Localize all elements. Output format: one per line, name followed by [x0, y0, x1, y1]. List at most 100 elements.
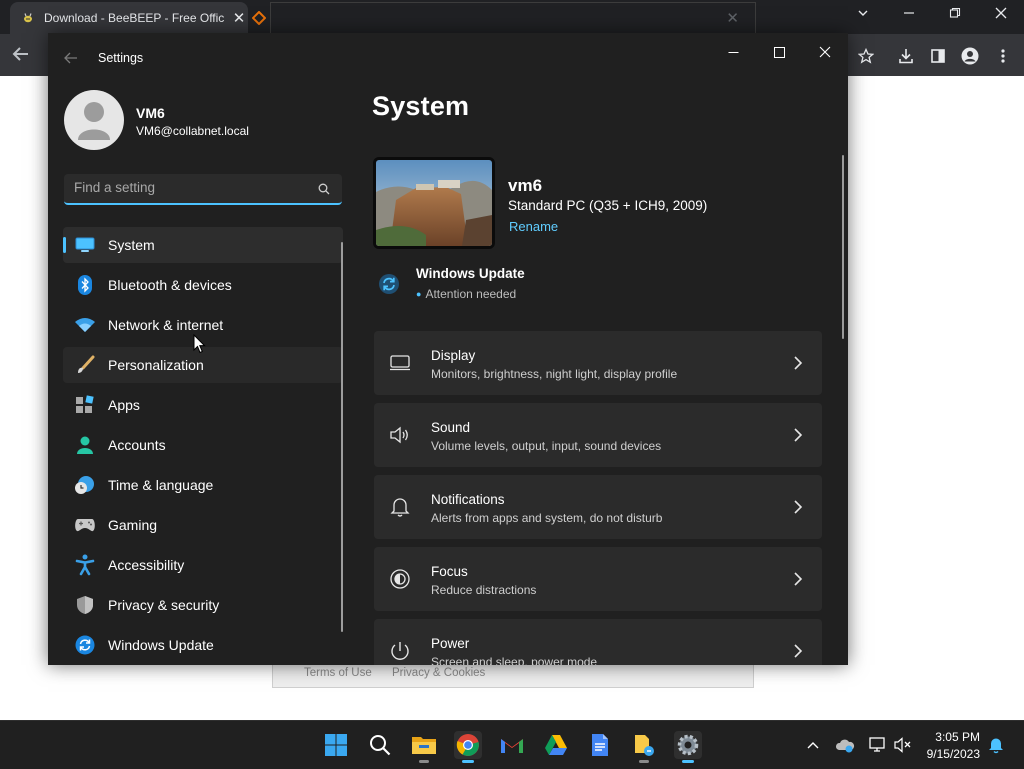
- sidebar-item-label: Accounts: [108, 437, 166, 453]
- card-subtitle: Volume levels, output, input, sound devi…: [431, 439, 662, 453]
- minimize-icon[interactable]: [720, 41, 746, 63]
- windows-update-title[interactable]: Windows Update: [416, 266, 525, 281]
- close-icon[interactable]: [812, 41, 838, 63]
- privacy-link[interactable]: Privacy & Cookies: [392, 667, 485, 679]
- settings-button[interactable]: [674, 731, 702, 763]
- running-indicator: [682, 760, 694, 763]
- device-name: vm6: [508, 176, 543, 195]
- sidebar-item-apps[interactable]: Apps: [63, 387, 343, 423]
- card-title: Power: [431, 636, 470, 651]
- main-scrollbar[interactable]: [842, 155, 844, 339]
- shield-icon: [73, 593, 97, 617]
- folder-app-icon: [635, 735, 654, 756]
- rename-link[interactable]: Rename: [509, 219, 558, 234]
- back-arrow-icon[interactable]: [64, 51, 78, 68]
- card-title: Notifications: [431, 492, 505, 507]
- start-button[interactable]: [322, 731, 350, 759]
- sound-card[interactable]: Sound Volume levels, output, input, soun…: [374, 403, 822, 467]
- sidebar-item-system[interactable]: System: [63, 227, 343, 263]
- chevron-right-icon: [794, 356, 803, 370]
- sidebar-item-label: Network & internet: [108, 317, 224, 333]
- windows-update-status: ● Attention needed: [416, 287, 516, 301]
- search-icon[interactable]: [318, 182, 330, 200]
- notification-bell-icon[interactable]: [986, 735, 1006, 755]
- bluetooth-icon: [73, 273, 97, 297]
- tab-search-chevron-icon[interactable]: [852, 6, 874, 23]
- chrome-button[interactable]: [454, 731, 482, 763]
- profile-icon[interactable]: [959, 45, 981, 67]
- onedrive-icon[interactable]: [835, 735, 855, 755]
- tab-close-icon[interactable]: ✕: [230, 9, 248, 27]
- display-card[interactable]: Display Monitors, brightness, night ligh…: [374, 331, 822, 395]
- sidebar-item-time-language[interactable]: Time & language: [63, 467, 343, 503]
- chevron-right-icon: [794, 644, 803, 658]
- downloads-icon[interactable]: [895, 45, 917, 67]
- card-subtitle: Alerts from apps and system, do not dist…: [431, 511, 663, 525]
- running-indicator: [419, 760, 429, 763]
- chrome-icon: [456, 734, 479, 756]
- device-wallpaper-thumbnail: [373, 157, 495, 249]
- taskbar-search-button[interactable]: [366, 731, 394, 759]
- google-drive-button[interactable]: [542, 731, 570, 759]
- power-card[interactable]: Power Screen and sleep, power mode: [374, 619, 822, 665]
- browser-close-icon[interactable]: [990, 6, 1012, 23]
- sidebar-scrollbar[interactable]: [341, 242, 343, 632]
- gmail-button[interactable]: [498, 731, 526, 759]
- folder-app-button[interactable]: [630, 731, 658, 763]
- windows-update-status-text: Attention needed: [425, 287, 517, 301]
- sidebar-item-windows-update[interactable]: Windows Update: [63, 627, 343, 663]
- display-icon: [388, 351, 412, 375]
- power-icon: [388, 639, 412, 663]
- bee-favicon-icon: [20, 10, 36, 26]
- user-name: VM6: [136, 105, 165, 121]
- side-panel-icon[interactable]: [927, 45, 949, 67]
- user-avatar-icon: [78, 102, 110, 140]
- sidebar-item-accounts[interactable]: Accounts: [63, 427, 343, 463]
- sidebar-item-privacy-security[interactable]: Privacy & security: [63, 587, 343, 623]
- clock-date[interactable]: 9/15/2023: [927, 747, 980, 761]
- brush-icon: [73, 353, 97, 377]
- browser-back-icon[interactable]: [12, 45, 30, 68]
- tab-favicon-icon: [252, 11, 266, 25]
- browser-minimize-icon[interactable]: [898, 6, 920, 23]
- sidebar-item-gaming[interactable]: Gaming: [63, 507, 343, 543]
- clock-time[interactable]: 3:05 PM: [935, 730, 980, 744]
- avatar[interactable]: [64, 90, 124, 150]
- settings-icon: [677, 734, 699, 756]
- show-hidden-icons-chevron-icon[interactable]: [803, 735, 823, 755]
- speaker-icon: [388, 423, 412, 447]
- browser-menu-icon[interactable]: [992, 45, 1014, 67]
- sidebar-item-accessibility[interactable]: Accessibility: [63, 547, 343, 583]
- apps-icon: [73, 393, 97, 417]
- search-input[interactable]: [74, 180, 304, 195]
- sidebar-item-label: Apps: [108, 397, 140, 413]
- browser-tab-second[interactable]: [252, 2, 266, 34]
- file-explorer-button[interactable]: [410, 731, 438, 763]
- browser-tab-beebeep[interactable]: Download - BeeBEEP - Free Offic ✕: [10, 2, 248, 34]
- search-box[interactable]: [64, 174, 342, 205]
- chevron-right-icon: [794, 500, 803, 514]
- sidebar-item-label: System: [108, 237, 155, 253]
- volume-muted-icon[interactable]: [893, 735, 913, 755]
- browser-restore-icon[interactable]: [944, 6, 966, 23]
- maximize-icon[interactable]: [766, 41, 792, 63]
- bell-icon: [388, 495, 412, 519]
- bookmark-star-icon[interactable]: [855, 45, 877, 67]
- browser-tab-ghost: ✕: [270, 2, 756, 33]
- sidebar-item-label: Personalization: [108, 357, 204, 373]
- windows-update-icon[interactable]: [378, 273, 402, 297]
- chevron-right-icon: [794, 428, 803, 442]
- terms-link[interactable]: Terms of Use: [304, 667, 372, 679]
- focus-card[interactable]: Focus Reduce distractions: [374, 547, 822, 611]
- network-monitor-icon[interactable]: [867, 735, 887, 755]
- google-drive-icon: [545, 735, 567, 755]
- card-title: Sound: [431, 420, 471, 435]
- notifications-card[interactable]: Notifications Alerts from apps and syste…: [374, 475, 822, 539]
- running-indicator: [462, 760, 474, 763]
- sidebar-item-bluetooth[interactable]: Bluetooth & devices: [63, 267, 343, 303]
- wifi-icon: [73, 313, 97, 337]
- google-docs-button[interactable]: [586, 731, 614, 759]
- settings-cards: Display Monitors, brightness, night ligh…: [374, 331, 822, 665]
- person-icon: [73, 433, 97, 457]
- settings-window: Settings VM6 VM6@collabnet.local System: [48, 33, 848, 665]
